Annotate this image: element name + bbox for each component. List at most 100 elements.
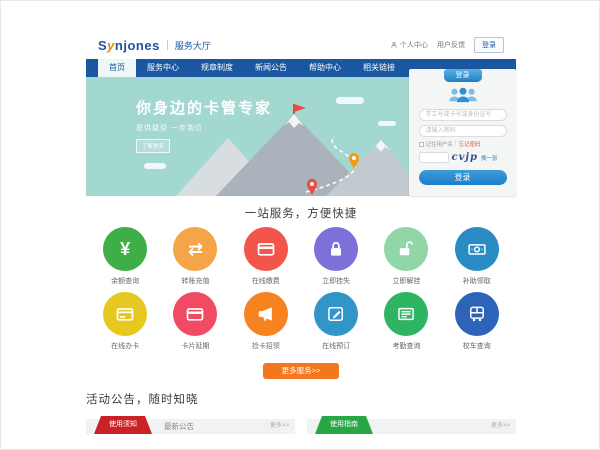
services-row-1: ¥ 余额查询 ⇄ 转账充值 在线缴费 立即挂失	[86, 225, 516, 286]
service-circle[interactable]	[455, 227, 499, 271]
service-label: 补助领取	[443, 276, 511, 286]
service-item-payment[interactable]: 在线缴费	[232, 225, 300, 286]
personal-center-label: 个人中心	[400, 40, 428, 50]
tab-latest-announcements[interactable]: 最新公告	[164, 419, 194, 434]
cloud	[144, 163, 166, 169]
hero-banner: 你身边的卡管专家 提供捷径 一步到位 了解更多	[86, 77, 516, 196]
service-label: 余额查询	[91, 276, 159, 286]
yen-icon: ¥	[120, 240, 130, 258]
service-item-booking[interactable]: 在线预订	[302, 290, 370, 351]
service-item-balance[interactable]: ¥ 余额查询	[91, 225, 159, 286]
password-input[interactable]	[419, 125, 507, 137]
feedback-link[interactable]: 用户反馈	[437, 40, 465, 50]
service-label: 在线办卡	[91, 341, 159, 351]
service-label: 转账充值	[161, 276, 229, 286]
hero-title: 你身边的卡管专家	[136, 97, 272, 118]
service-label: 捡卡招领	[232, 341, 300, 351]
service-label: 立即解挂	[372, 276, 440, 286]
service-item-found-card[interactable]: 捡卡招领	[232, 290, 300, 351]
service-circle[interactable]	[244, 292, 288, 336]
service-circle[interactable]	[314, 227, 358, 271]
service-label: 校车查询	[443, 341, 511, 351]
panel-header: 使用指南 更多>>	[307, 419, 516, 434]
service-circle[interactable]	[384, 292, 428, 336]
lock-icon	[326, 239, 346, 259]
announcements-section: 活动公告，随时知晓 使用须知 最新公告 更多>> 使用指南 更多>>	[86, 391, 516, 443]
feedback-label: 用户反馈	[437, 40, 465, 50]
login-tab[interactable]: 登录	[444, 69, 482, 82]
remember-checkbox[interactable]	[419, 142, 424, 147]
service-label: 卡片延期	[161, 341, 229, 351]
credit-card-icon	[256, 239, 276, 259]
bus-icon	[467, 304, 487, 324]
nav-item-home[interactable]: 首页	[98, 59, 136, 77]
service-item-transfer[interactable]: ⇄ 转账充值	[161, 225, 229, 286]
nav-item-news[interactable]: 新闻公告	[244, 59, 298, 77]
service-label: 立即挂失	[302, 276, 370, 286]
logo-part: S	[98, 38, 107, 53]
service-item-school-bus[interactable]: 校车查询	[443, 290, 511, 351]
announcement-panel-right: 使用指南 更多>>	[307, 419, 516, 443]
service-item-subsidy[interactable]: 补助领取	[443, 225, 511, 286]
remember-row: 记住用户名 | 忘记密码	[419, 140, 507, 148]
divider	[167, 40, 168, 50]
screenshot-canvas: Synjones 服务大厅 个人中心 用户反馈 登录 首页 服务中心 规章制度 …	[0, 0, 600, 450]
header-links: 个人中心 用户反馈 登录	[390, 37, 504, 53]
site-name: 服务大厅	[175, 39, 211, 52]
services-row-2: 在线办卡 卡片延期 捡卡招领	[86, 290, 516, 351]
service-circle[interactable]	[384, 227, 428, 271]
service-item-unfreeze[interactable]: 立即解挂	[372, 225, 440, 286]
service-item-card-extension[interactable]: 卡片延期	[161, 290, 229, 351]
tab-usage-guide[interactable]: 使用指南	[315, 416, 373, 434]
service-circle[interactable]	[244, 227, 288, 271]
captcha-refresh-link[interactable]: 换一张	[481, 154, 498, 162]
panel-header: 使用须知 最新公告 更多>>	[86, 419, 295, 434]
services-title: 一站服务，方便快捷	[86, 205, 516, 221]
header: Synjones 服务大厅 个人中心 用户反馈 登录	[86, 31, 516, 59]
username-input[interactable]	[419, 109, 507, 121]
more-link[interactable]: 更多>>	[491, 419, 510, 434]
announcements-title: 活动公告，随时知晓	[86, 391, 516, 407]
service-label: 在线缴费	[232, 276, 300, 286]
logo-part: njones	[115, 38, 160, 53]
header-login-button[interactable]: 登录	[474, 37, 504, 53]
cloud	[336, 97, 364, 104]
captcha-input[interactable]	[419, 152, 449, 163]
webpage: Synjones 服务大厅 个人中心 用户反馈 登录 首页 服务中心 规章制度 …	[86, 31, 516, 420]
hero-cta-button[interactable]: 了解更多	[136, 139, 170, 153]
service-circle[interactable]	[455, 292, 499, 336]
login-panel: 登录 记住用户名 | 忘记密码 cvjp 换一张	[409, 69, 516, 196]
service-circle[interactable]: ⇄	[173, 227, 217, 271]
logo[interactable]: Synjones	[98, 38, 160, 53]
service-label: 考勤查询	[372, 341, 440, 351]
service-circle[interactable]	[173, 292, 217, 336]
more-services-button[interactable]: 更多服务>>	[263, 363, 339, 379]
logo-accent: y	[107, 38, 115, 53]
service-circle[interactable]	[103, 292, 147, 336]
service-circle[interactable]	[314, 292, 358, 336]
hero-text: 你身边的卡管专家 提供捷径 一步到位 了解更多	[136, 97, 272, 153]
captcha-row: cvjp 换一张	[419, 152, 507, 163]
service-item-report-loss[interactable]: 立即挂失	[302, 225, 370, 286]
service-circle[interactable]: ¥	[103, 227, 147, 271]
more-link[interactable]: 更多>>	[270, 419, 289, 434]
panel-body	[86, 434, 295, 443]
remember-label: 记住用户名	[426, 140, 454, 148]
login-submit-button[interactable]: 登录	[419, 170, 507, 185]
banknote-icon	[467, 239, 487, 259]
service-item-attendance[interactable]: 考勤查询	[372, 290, 440, 351]
services-section: 一站服务，方便快捷 ¥ 余额查询 ⇄ 转账充值 在线缴费	[86, 205, 516, 379]
nav-item-service-center[interactable]: 服务中心	[136, 59, 190, 77]
panel-body	[307, 434, 516, 443]
nav-item-help-center[interactable]: 帮助中心	[298, 59, 352, 77]
personal-center-link[interactable]: 个人中心	[390, 40, 428, 50]
forgot-password-link[interactable]: 忘记密码	[458, 140, 480, 148]
service-item-apply-card[interactable]: 在线办卡	[91, 290, 159, 351]
nav-item-links[interactable]: 相关链接	[352, 59, 406, 77]
tab-usage-notes[interactable]: 使用须知	[94, 416, 152, 434]
unlock-icon	[396, 239, 416, 259]
nav-item-rules[interactable]: 规章制度	[190, 59, 244, 77]
person-icon	[390, 41, 398, 49]
captcha-image[interactable]: cvjp	[452, 152, 479, 163]
card-icon	[115, 304, 135, 324]
